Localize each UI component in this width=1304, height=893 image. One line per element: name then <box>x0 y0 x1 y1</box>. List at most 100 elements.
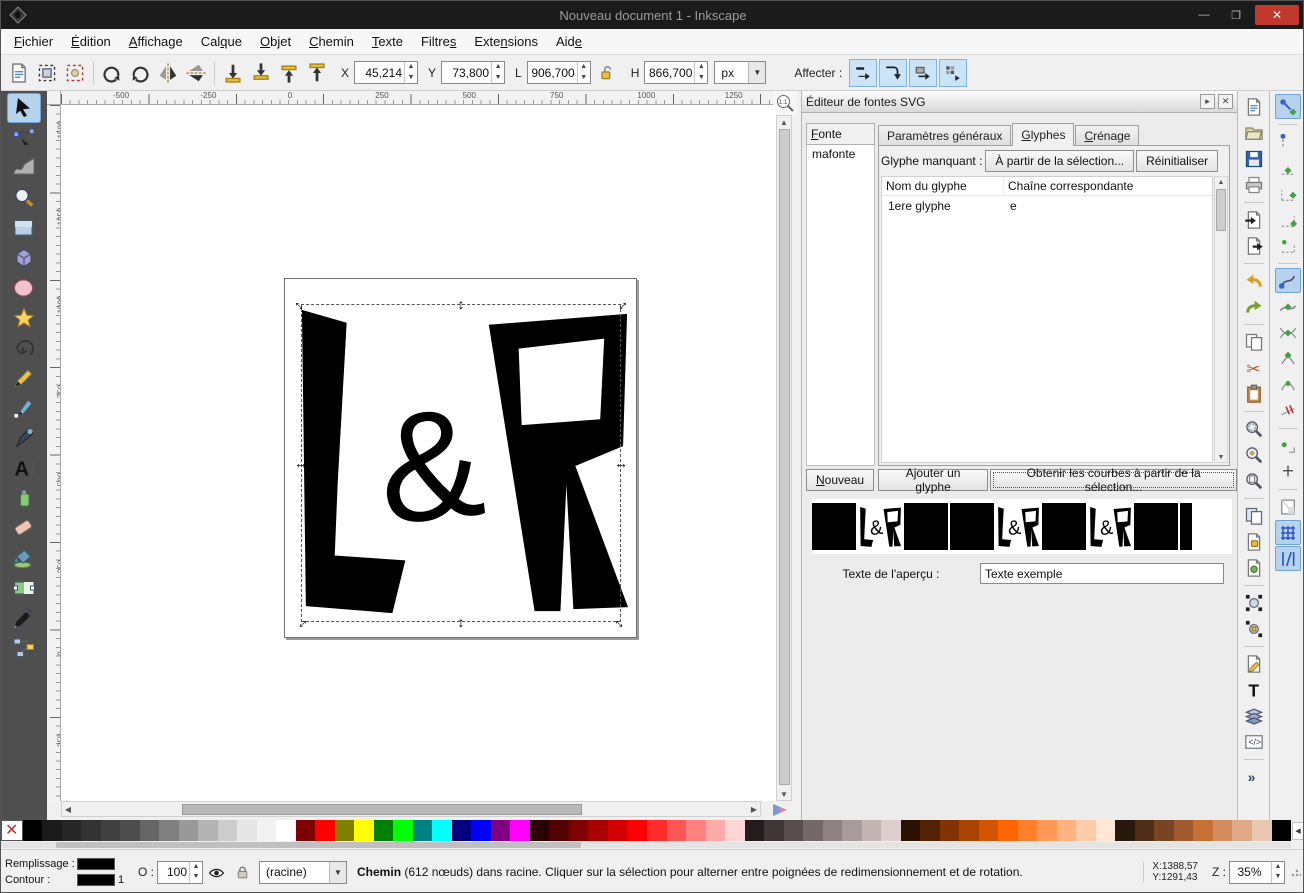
bucket-tool[interactable] <box>7 543 41 573</box>
color-swatch[interactable] <box>452 820 472 841</box>
zoom-selection-icon[interactable] <box>1241 416 1267 441</box>
new-document-icon[interactable] <box>1241 94 1267 119</box>
height-field[interactable]: 866,700▲▼ <box>644 61 708 84</box>
missing-from-selection-button[interactable]: À partir de la sélection... <box>985 150 1134 172</box>
color-swatch[interactable] <box>296 820 316 841</box>
menu-chemin[interactable]: Chemin <box>300 30 363 53</box>
scroll-down-icon[interactable]: ▼ <box>777 788 791 800</box>
snap-guides-icon[interactable] <box>1275 546 1301 571</box>
resize-grip[interactable] <box>1291 867 1301 877</box>
print-icon[interactable] <box>1241 172 1267 197</box>
snap-rotation-center-icon[interactable] <box>1275 459 1301 484</box>
palette-scrollbar[interactable] <box>1 842 1291 848</box>
color-swatch[interactable] <box>354 820 374 841</box>
flip-vertical-icon[interactable] <box>182 59 210 87</box>
width-field[interactable]: 906,700▲▼ <box>527 61 591 84</box>
select-all-layers-icon[interactable] <box>33 59 61 87</box>
color-swatch[interactable] <box>140 820 160 841</box>
group-icon[interactable] <box>1241 590 1267 615</box>
pen-tool[interactable] <box>7 393 41 423</box>
copy-icon[interactable] <box>1241 329 1267 354</box>
deselect-icon[interactable] <box>61 59 89 87</box>
color-swatch[interactable] <box>374 820 394 841</box>
color-managed-icon[interactable] <box>767 800 793 820</box>
snap-bbox-edge-midpoints-icon[interactable] <box>1275 207 1301 232</box>
menu-aide[interactable]: Aide <box>547 30 591 53</box>
scale-handle-e[interactable]: ↔ <box>613 455 629 471</box>
color-swatch[interactable] <box>745 820 765 841</box>
layer-lock-icon[interactable] <box>231 861 253 883</box>
snap-bbox-edges-icon[interactable] <box>1275 155 1301 180</box>
new-font-button[interactable]: Nouveau <box>806 469 874 491</box>
horizontal-scrollbar[interactable]: ◀ ▶ <box>61 801 761 817</box>
connector-tool[interactable] <box>7 633 41 663</box>
star-tool[interactable] <box>7 303 41 333</box>
color-swatch[interactable] <box>237 820 257 841</box>
color-swatch[interactable] <box>510 820 530 841</box>
color-swatch[interactable] <box>179 820 199 841</box>
color-swatch[interactable] <box>1252 820 1272 841</box>
duplicate-icon[interactable] <box>1241 503 1267 528</box>
close-button[interactable]: ✕ <box>1255 5 1299 25</box>
no-color-swatch[interactable] <box>1 820 23 841</box>
color-swatch[interactable] <box>1174 820 1194 841</box>
menu-affichage[interactable]: Affichage <box>120 30 192 53</box>
select-all-icon[interactable] <box>5 59 33 87</box>
pencil-tool[interactable] <box>7 363 41 393</box>
color-swatch[interactable] <box>432 820 452 841</box>
snap-bbox-centers-icon[interactable] <box>1275 233 1301 258</box>
eraser-tool[interactable] <box>7 513 41 543</box>
panel-close-icon[interactable]: ✕ <box>1218 94 1233 109</box>
color-swatch[interactable] <box>276 820 296 841</box>
color-swatch[interactable] <box>628 820 648 841</box>
color-swatch[interactable] <box>667 820 687 841</box>
fill-swatch[interactable] <box>77 858 115 870</box>
lower-to-bottom-icon[interactable] <box>219 59 247 87</box>
palette-scroll-thumb[interactable] <box>56 842 581 848</box>
glyph-table-row[interactable]: 1ere glyphee <box>882 196 1212 216</box>
snap-path-intersections-icon[interactable] <box>1275 320 1301 345</box>
color-swatch[interactable] <box>979 820 999 841</box>
tab-crenage[interactable]: Crénage <box>1075 125 1139 146</box>
color-swatch[interactable] <box>335 820 355 841</box>
scroll-up-icon[interactable]: ▲ <box>777 116 791 128</box>
affect-gradient-icon[interactable] <box>909 59 937 87</box>
box3d-tool[interactable] <box>7 243 41 273</box>
text-dialog-icon[interactable]: T <box>1241 677 1267 702</box>
color-swatch[interactable] <box>647 820 667 841</box>
layer-visibility-icon[interactable] <box>205 861 227 883</box>
color-swatch[interactable] <box>1193 820 1213 841</box>
scroll-right-icon[interactable]: ▶ <box>748 802 760 816</box>
font-list-item[interactable]: mafonte <box>807 145 874 163</box>
zoom-1-1-icon[interactable]: 1:1 <box>773 91 797 115</box>
ellipse-tool[interactable] <box>7 273 41 303</box>
get-curves-button[interactable]: Obtenir les courbes à partir de la sélec… <box>990 469 1237 491</box>
cut-icon[interactable]: ✂ <box>1241 355 1267 380</box>
menu-calque[interactable]: Calque <box>192 30 251 53</box>
missing-reset-button[interactable]: Réinitialiser <box>1136 150 1218 172</box>
snap-paths-icon[interactable] <box>1275 294 1301 319</box>
maximize-button[interactable]: ❐ <box>1223 6 1249 24</box>
color-swatch[interactable] <box>1018 820 1038 841</box>
color-swatch[interactable] <box>1115 820 1135 841</box>
color-swatch[interactable] <box>257 820 277 841</box>
color-swatch[interactable] <box>218 820 238 841</box>
menu-texte[interactable]: Texte <box>363 30 412 53</box>
glyph-string-cell[interactable]: e <box>1004 196 1212 216</box>
canvas-viewport[interactable]: & ↔ ↔ ↔ ↔ ↕ ↕ ↔ ↔ <box>61 105 776 801</box>
color-swatch[interactable] <box>901 820 921 841</box>
color-swatch[interactable] <box>1272 820 1292 841</box>
text-tool[interactable]: A <box>7 453 41 483</box>
color-swatch[interactable] <box>1037 820 1057 841</box>
affect-corners-icon[interactable] <box>879 59 907 87</box>
color-swatch[interactable] <box>764 820 784 841</box>
color-swatch[interactable] <box>569 820 589 841</box>
rotate-ccw-icon[interactable] <box>98 59 126 87</box>
col-glyph-name[interactable]: Nom du glyphe <box>882 177 1004 195</box>
color-swatch[interactable] <box>1057 820 1077 841</box>
color-swatch[interactable] <box>706 820 726 841</box>
x-field[interactable]: 45,214▲▼ <box>354 61 418 84</box>
hscroll-thumb[interactable] <box>182 804 582 815</box>
tab-glyphes[interactable]: Glyphes <box>1012 123 1074 146</box>
color-swatch[interactable] <box>1232 820 1252 841</box>
